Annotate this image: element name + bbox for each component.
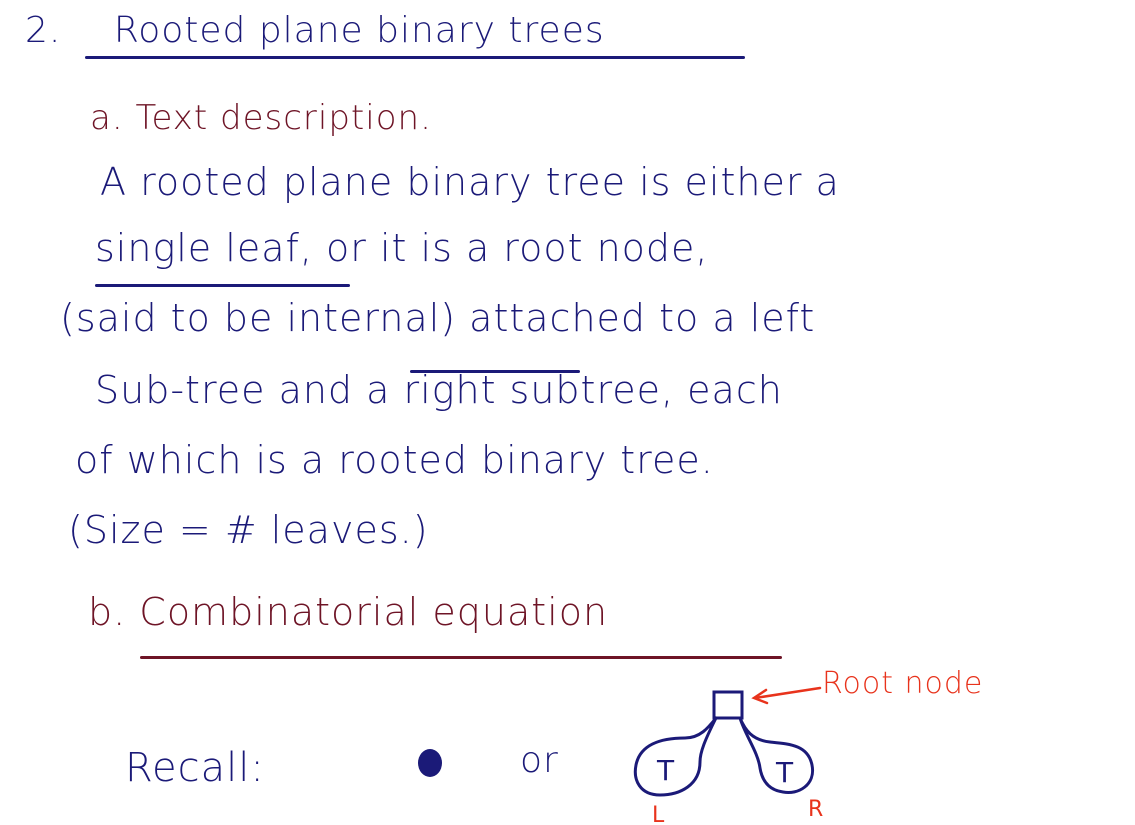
section-title: 2. Rooted plane binary trees bbox=[25, 10, 605, 51]
right-mark: R bbox=[808, 797, 823, 822]
left-mark: L bbox=[652, 803, 665, 825]
handwritten-note-page: 2. Rooted plane binary trees a. Text des… bbox=[0, 0, 1135, 825]
part-a-heading: a. Text description. bbox=[90, 98, 432, 138]
text-line-2: single leaf, or it is a root node, bbox=[95, 226, 709, 270]
text-line-1: A rooted plane binary tree is either a bbox=[100, 160, 840, 204]
section-number: 2. bbox=[25, 10, 62, 51]
recall-label: Recall: bbox=[125, 745, 265, 791]
text-line-5: of which is a rooted binary tree. bbox=[75, 438, 714, 482]
root-node-box bbox=[712, 690, 744, 720]
left-subtree-letter: T bbox=[656, 754, 675, 787]
section-title-text: Rooted plane binary trees bbox=[113, 10, 605, 51]
right-subtree-letter: T bbox=[775, 756, 794, 789]
text-line-6: (Size = # leaves.) bbox=[68, 508, 429, 552]
or-label: or bbox=[520, 740, 559, 781]
root-node-label: Root node bbox=[822, 666, 984, 701]
part-b-heading: b. Combinatorial equation bbox=[88, 590, 609, 634]
part-b-underline bbox=[140, 656, 782, 659]
text-line-4: Sub-tree and a right subtree, each bbox=[95, 368, 783, 412]
root-arrow bbox=[751, 686, 822, 705]
text-line-3: (said to be internal) attached to a left bbox=[60, 296, 816, 340]
title-underline bbox=[85, 56, 745, 59]
leaf-dot bbox=[418, 749, 442, 777]
left-subtree-outline bbox=[633, 716, 718, 797]
single-leaf-underline bbox=[95, 284, 350, 287]
right-subtree-outline bbox=[738, 716, 815, 795]
